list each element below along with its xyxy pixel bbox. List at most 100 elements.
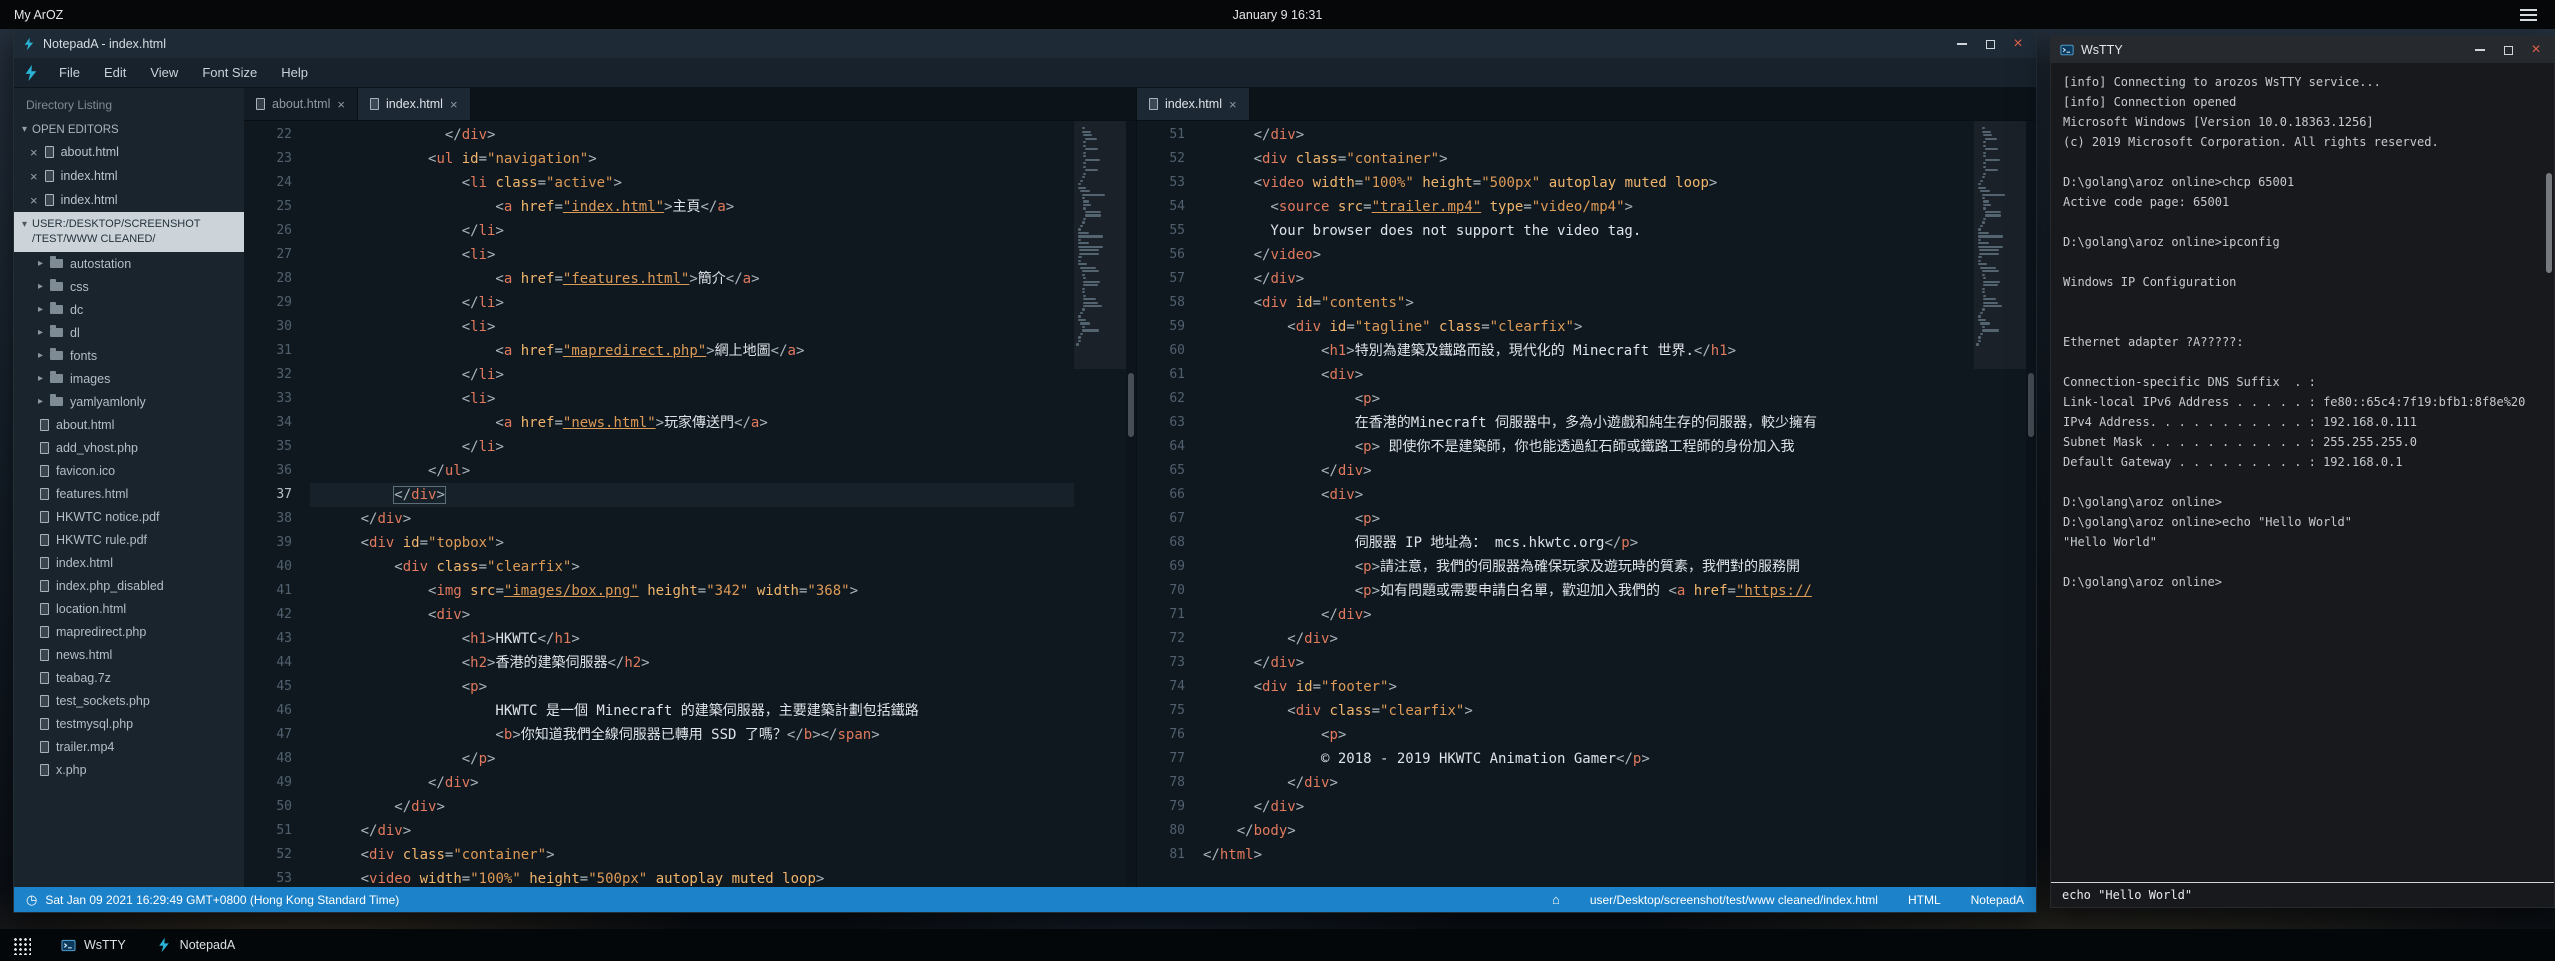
tab-bar: about.html×index.html× xyxy=(244,88,1136,121)
menu-help[interactable]: Help xyxy=(270,60,319,85)
tree-file-trailer.mp4[interactable]: trailer.mp4 xyxy=(14,735,244,758)
aroz-brand[interactable]: My ArOZ xyxy=(0,8,63,22)
file-label: add_vhost.php xyxy=(56,441,138,455)
close-tab-icon[interactable]: × xyxy=(450,98,458,111)
close-button[interactable]: × xyxy=(2006,34,2030,54)
tree-file-news.html[interactable]: news.html xyxy=(14,643,244,666)
terminal-line: (c) 2019 Microsoft Corporation. All righ… xyxy=(2063,132,2542,152)
file-icon xyxy=(40,764,49,776)
status-language[interactable]: HTML xyxy=(1908,893,1941,907)
maximize-button[interactable] xyxy=(1978,34,2002,54)
taskbar: WsTTY NotepadA xyxy=(0,929,2555,961)
close-button[interactable]: × xyxy=(2524,40,2548,60)
open-editor-item[interactable]: ×about.html xyxy=(14,140,244,164)
editor-tab-about.html[interactable]: about.html× xyxy=(244,88,358,120)
status-filepath[interactable]: user/Desktop/screenshot/test/www cleaned… xyxy=(1590,893,1878,907)
folder-icon xyxy=(50,259,63,268)
code-line: <div> xyxy=(310,603,1074,627)
hamburger-menu-icon[interactable] xyxy=(2520,14,2555,16)
tree-file-about.html[interactable]: about.html xyxy=(14,413,244,436)
folder-label: fonts xyxy=(70,349,97,363)
tree-file-index.php_disabled[interactable]: index.php_disabled xyxy=(14,574,244,597)
file-icon xyxy=(370,98,379,110)
close-tab-icon[interactable]: × xyxy=(337,98,345,111)
tree-folder-yamlyamlonly[interactable]: ▸yamlyamlonly xyxy=(14,390,244,413)
terminal-output[interactable]: [info] Connecting to arozos WsTTY servic… xyxy=(2051,63,2554,882)
close-editor-icon[interactable]: × xyxy=(30,194,38,207)
terminal-line: Connection-specific DNS Suffix . : xyxy=(2063,372,2542,392)
editor-split-area: about.html×index.html× 22232425262728293… xyxy=(244,88,2036,887)
tree-file-testmysql.php[interactable]: testmysql.php xyxy=(14,712,244,735)
terminal-line: "Hello World" xyxy=(2063,532,2542,552)
file-icon xyxy=(40,557,49,569)
menu-view[interactable]: View xyxy=(139,60,189,85)
workspace-folder-header[interactable]: ▾ USER:/DESKTOP/SCREENSHOT /TEST/WWW CLE… xyxy=(14,212,244,252)
app-launcher-icon[interactable] xyxy=(12,936,31,955)
file-icon xyxy=(45,170,54,182)
code-line: <a href="features.html">簡介</a> xyxy=(310,267,1074,291)
menu-font-size[interactable]: Font Size xyxy=(191,60,268,85)
editor-scrollbar[interactable] xyxy=(1126,121,1136,887)
editor-tab-index.html[interactable]: index.html× xyxy=(358,88,471,120)
close-editor-icon[interactable]: × xyxy=(30,146,38,159)
tree-folder-dc[interactable]: ▸dc xyxy=(14,298,244,321)
scrollbar-handle[interactable] xyxy=(1128,373,1134,437)
scrollbar-handle[interactable] xyxy=(2028,373,2034,437)
menu-file[interactable]: File xyxy=(48,60,91,85)
editor-scrollbar[interactable] xyxy=(2026,121,2036,887)
folder-icon xyxy=(50,374,63,383)
tree-file-test_sockets.php[interactable]: test_sockets.php xyxy=(14,689,244,712)
open-editors-list: ×about.html×index.html×index.html xyxy=(14,140,244,212)
tree-folder-fonts[interactable]: ▸fonts xyxy=(14,344,244,367)
status-datetime: Sat Jan 09 2021 16:29:49 GMT+0800 (Hong … xyxy=(45,893,399,907)
code-editor[interactable]: </div> <div class="container"> <video wi… xyxy=(1199,121,1974,887)
tree-file-favicon.ico[interactable]: favicon.ico xyxy=(14,459,244,482)
menu-edit[interactable]: Edit xyxy=(93,60,137,85)
code-line: <div id="footer"> xyxy=(1203,675,1974,699)
terminal-line xyxy=(2063,212,2542,232)
minimize-button[interactable] xyxy=(1950,34,1974,54)
minimize-button[interactable] xyxy=(2468,40,2492,60)
wstty-titlebar[interactable]: WsTTY × xyxy=(2051,37,2554,63)
taskbar-item-notepada[interactable]: NotepadA xyxy=(156,937,236,953)
tree-file-HKWTC rule.pdf[interactable]: HKWTC rule.pdf xyxy=(14,528,244,551)
tree-file-features.html[interactable]: features.html xyxy=(14,482,244,505)
code-line: <div> xyxy=(1203,363,1974,387)
close-editor-icon[interactable]: × xyxy=(30,170,38,183)
code-line: <a href="index.html">主頁</a> xyxy=(310,195,1074,219)
close-tab-icon[interactable]: × xyxy=(1229,98,1237,111)
folder-label: dl xyxy=(70,326,80,340)
code-editor[interactable]: </div> <ul id="navigation"> <li class="a… xyxy=(306,121,1074,887)
tree-folder-images[interactable]: ▸images xyxy=(14,367,244,390)
code-line: <li> xyxy=(310,243,1074,267)
maximize-button[interactable] xyxy=(2496,40,2520,60)
minimap[interactable] xyxy=(1974,121,2026,887)
taskbar-item-wstty[interactable]: WsTTY xyxy=(61,938,126,953)
tree-file-x.php[interactable]: x.php xyxy=(14,758,244,781)
tree-file-mapredirect.php[interactable]: mapredirect.php xyxy=(14,620,244,643)
editor-tab-index.html[interactable]: index.html× xyxy=(1137,88,1250,120)
tree-file-index.html[interactable]: index.html xyxy=(14,551,244,574)
code-line: <div class="clearfix"> xyxy=(310,555,1074,579)
tree-folder-autostation[interactable]: ▸autostation xyxy=(14,252,244,275)
tree-file-teabag.7z[interactable]: teabag.7z xyxy=(14,666,244,689)
tree-folder-dl[interactable]: ▸dl xyxy=(14,321,244,344)
tree-file-add_vhost.php[interactable]: add_vhost.php xyxy=(14,436,244,459)
notepada-logo-icon xyxy=(22,37,36,51)
minimap[interactable] xyxy=(1074,121,1126,887)
open-editor-item[interactable]: ×index.html xyxy=(14,188,244,212)
notepada-titlebar[interactable]: NotepadA - index.html × xyxy=(14,30,2036,58)
tree-file-location.html[interactable]: location.html xyxy=(14,597,244,620)
tree-folder-css[interactable]: ▸css xyxy=(14,275,244,298)
open-editors-header[interactable]: ▾ OPEN EDITORS xyxy=(14,120,244,140)
tree-file-HKWTC notice.pdf[interactable]: HKWTC notice.pdf xyxy=(14,505,244,528)
terminal-input[interactable]: echo "Hello World" xyxy=(2051,882,2554,907)
sidebar-title: Directory Listing xyxy=(14,88,244,120)
code-line: </html> xyxy=(1203,843,1974,867)
folder-icon xyxy=(50,305,63,314)
open-editor-item[interactable]: × index.html xyxy=(14,164,244,188)
terminal-scrollbar[interactable] xyxy=(2546,173,2552,273)
file-icon xyxy=(40,534,49,546)
wstty-logo-icon xyxy=(61,938,76,953)
open-editor-label: index.html xyxy=(61,169,118,183)
